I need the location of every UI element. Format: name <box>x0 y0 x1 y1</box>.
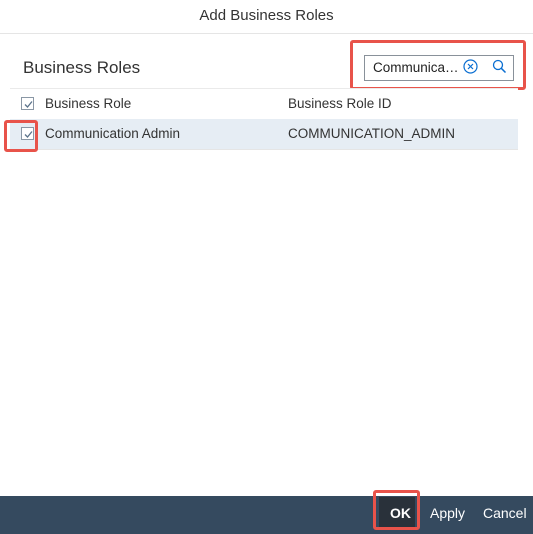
dialog-title-bar: Add Business Roles <box>0 0 533 34</box>
dialog-footer: Apply Cancel <box>0 496 533 534</box>
column-header-business-role-id[interactable]: Business Role ID <box>288 96 392 111</box>
cancel-button[interactable]: Cancel <box>483 505 527 521</box>
column-header-business-role[interactable]: Business Role <box>45 96 131 111</box>
apply-button[interactable]: Apply <box>430 505 465 521</box>
checkbox-highlight <box>4 120 38 152</box>
table-header-row: Business Role Business Role ID <box>10 88 518 120</box>
table-row[interactable]: Communication Admin COMMUNICATION_ADMIN <box>10 119 518 150</box>
section-title: Business Roles <box>23 58 141 77</box>
search-icon[interactable] <box>492 59 507 74</box>
ok-highlight <box>373 490 420 530</box>
select-all-checkbox[interactable] <box>21 97 34 110</box>
clear-icon[interactable] <box>463 59 478 74</box>
dialog-title: Add Business Roles <box>199 7 334 24</box>
search-input-value[interactable]: Communica… <box>373 60 459 75</box>
business-role-id-cell: COMMUNICATION_ADMIN <box>288 126 455 141</box>
checkmark-icon <box>24 101 33 108</box>
business-role-cell: Communication Admin <box>45 126 181 141</box>
